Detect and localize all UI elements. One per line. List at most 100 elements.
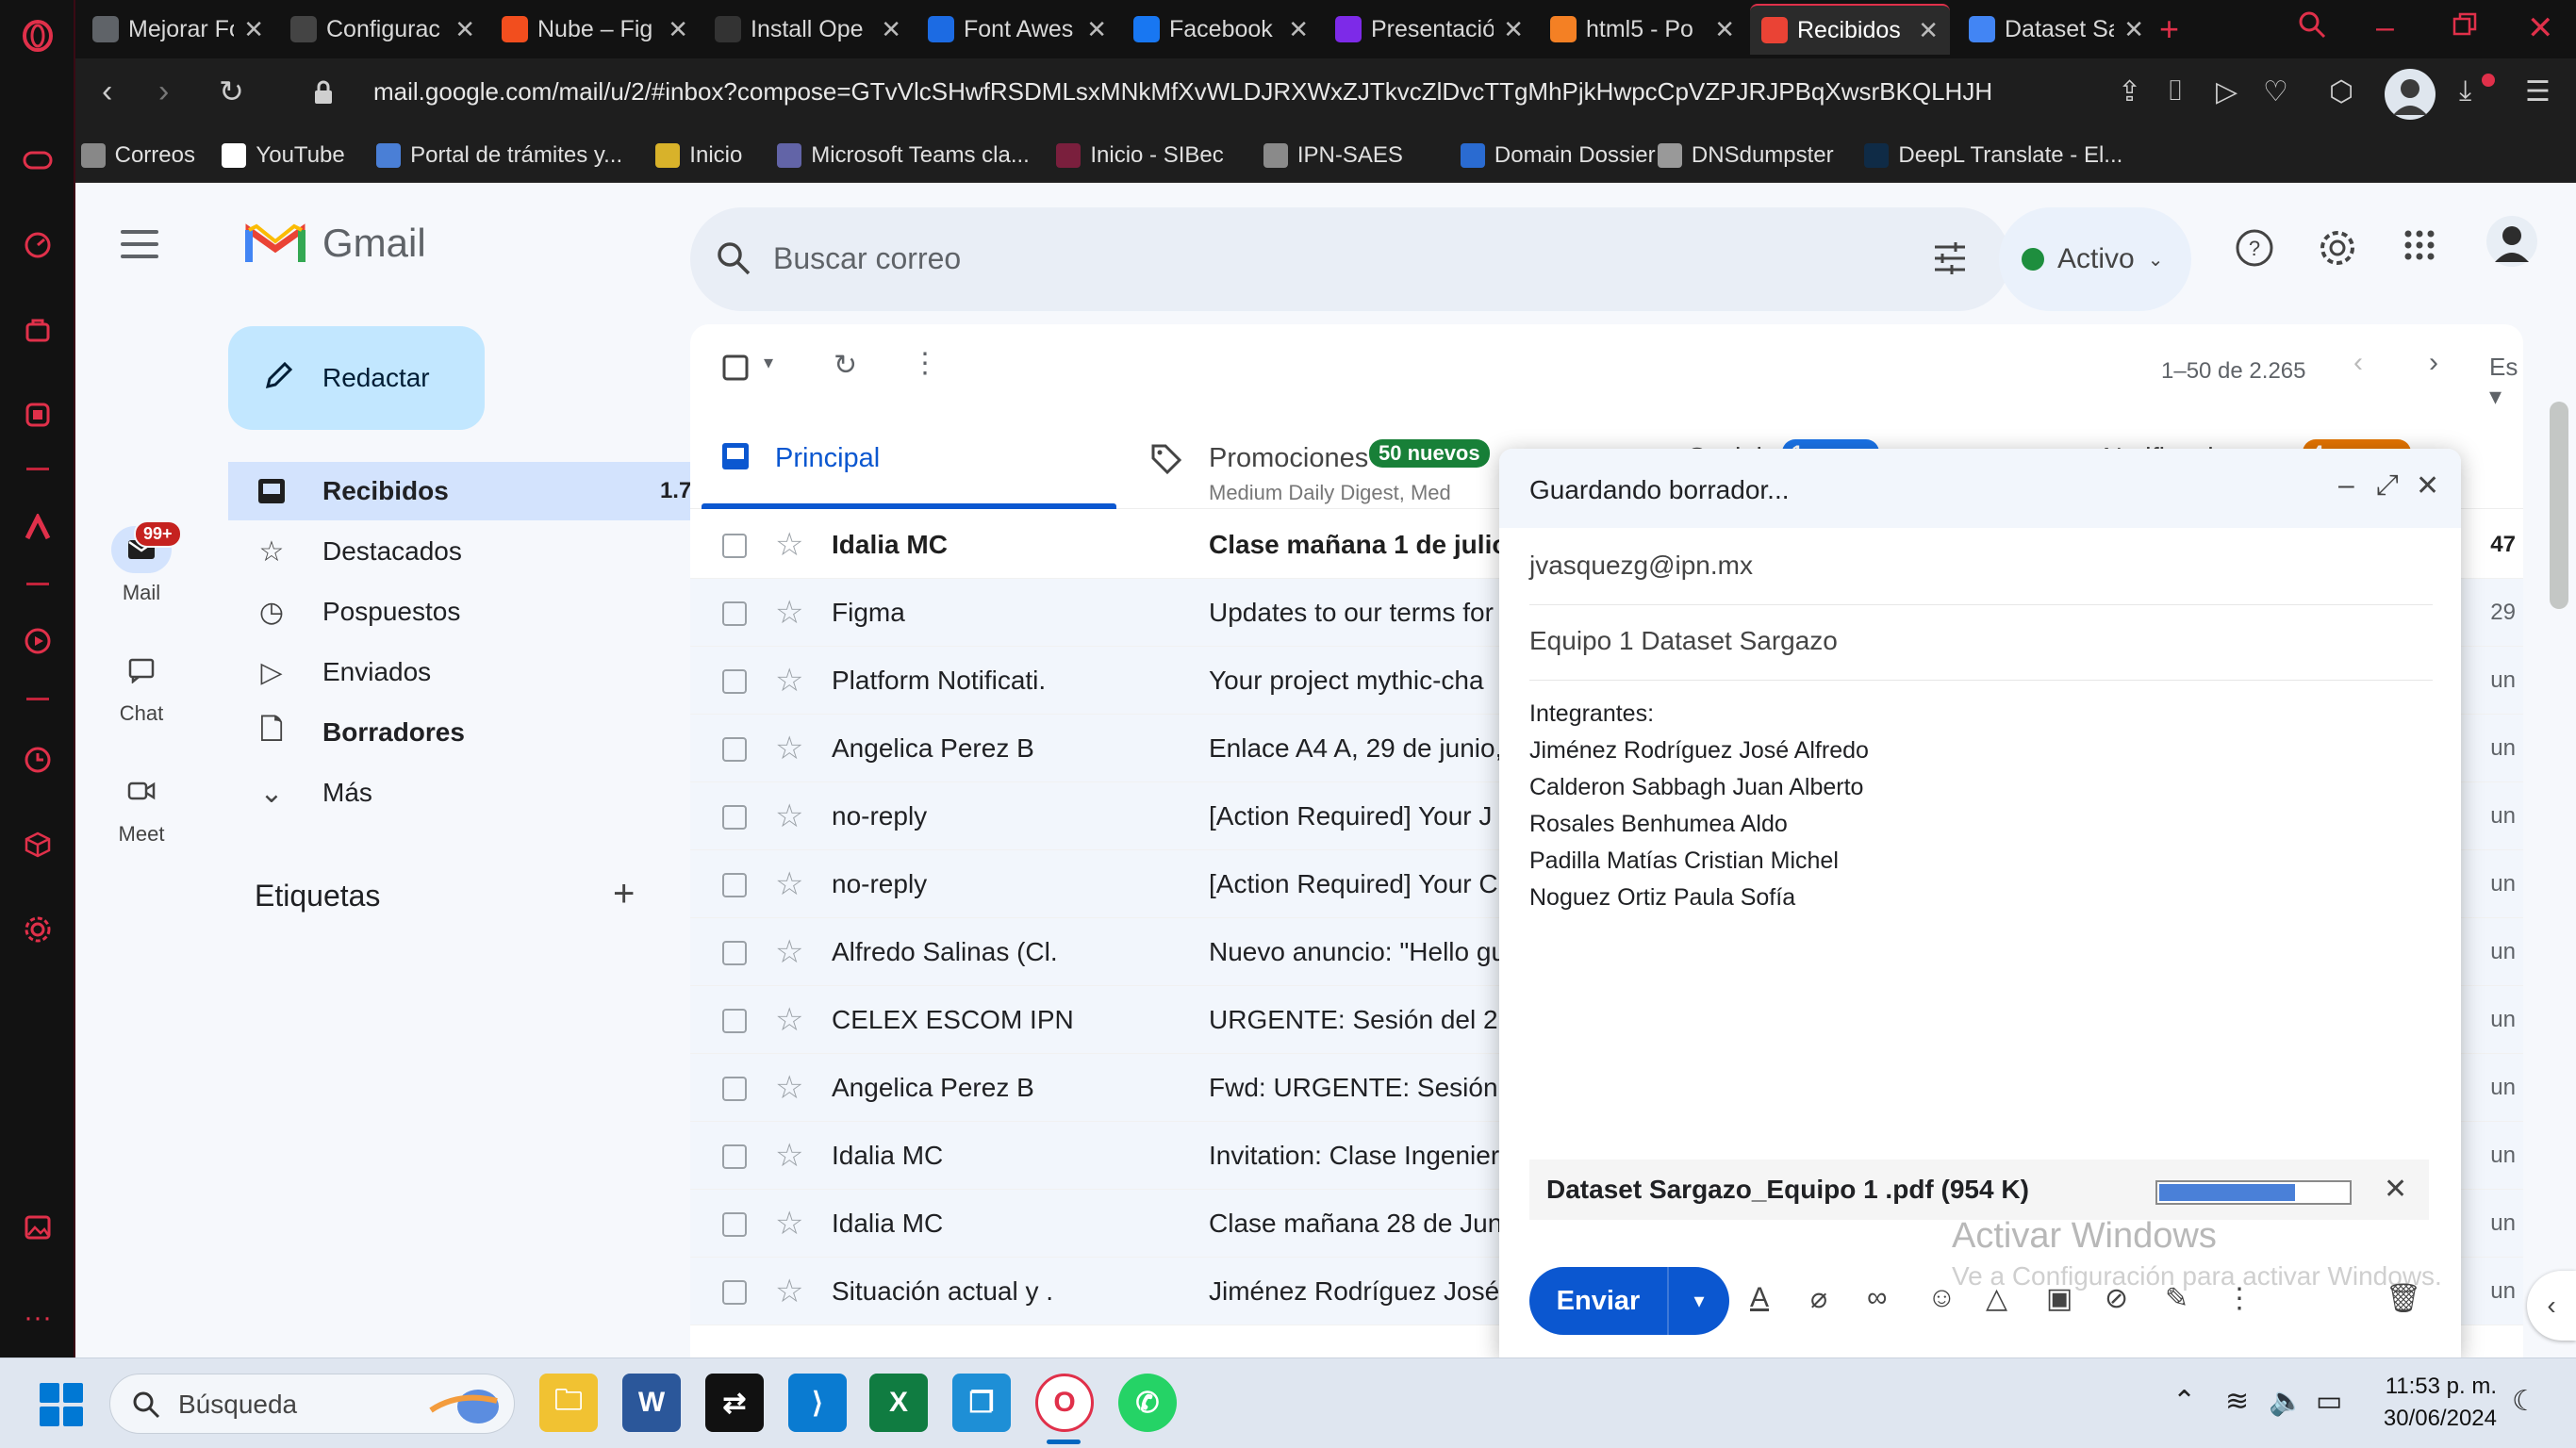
close-tab-icon[interactable]: ✕	[1503, 15, 1524, 44]
select-dropdown-icon[interactable]: ▾	[764, 351, 773, 374]
bookmark-item[interactable]: Inicio - SIBec	[1056, 141, 1224, 170]
apps-grid-icon[interactable]	[2403, 228, 2436, 272]
row-checkbox[interactable]	[722, 1280, 747, 1305]
to-field[interactable]: jvasquezg@ipn.mx	[1529, 530, 2433, 605]
nav-item-enviados[interactable]: ▷ Enviados	[228, 643, 739, 701]
star-icon[interactable]: ☆	[775, 1001, 803, 1039]
tab-principal[interactable]: Principal	[690, 415, 1124, 509]
history-icon[interactable]	[19, 741, 57, 779]
cube-icon[interactable]	[19, 826, 57, 864]
browser-tab[interactable]: Dataset Sa ✕	[1957, 4, 2155, 55]
signature-icon[interactable]: ✎	[2165, 1282, 2188, 1315]
settings-gear-icon[interactable]	[2318, 228, 2357, 277]
compose-button[interactable]: Redactar	[228, 326, 485, 430]
wifi-icon[interactable]: ≋	[2225, 1385, 2249, 1418]
bookmark-item[interactable]: DNSdumpster	[1657, 141, 1834, 170]
browser-tab[interactable]: Recibidos (✕	[1750, 4, 1950, 55]
close-tab-icon[interactable]: ✕	[881, 15, 901, 44]
browser-tab[interactable]: Configurac ✕	[279, 4, 487, 55]
drive-icon[interactable]: △	[1986, 1282, 2007, 1315]
taskbar-search[interactable]: Búsqueda	[109, 1374, 515, 1434]
notifications-icon[interactable]: ☾	[2512, 1385, 2537, 1418]
star-icon[interactable]: ☆	[775, 933, 803, 971]
scrollbar[interactable]	[2550, 402, 2568, 609]
settings-icon[interactable]	[19, 911, 57, 948]
opera-logo-icon[interactable]	[19, 17, 57, 55]
excel-icon[interactable]: X	[869, 1374, 928, 1432]
new-tab-icon[interactable]: +	[2159, 9, 2179, 49]
lock-icon[interactable]	[313, 77, 334, 114]
camera-icon[interactable]: ⌷	[2167, 75, 2184, 107]
profile-avatar[interactable]	[2384, 68, 2436, 128]
back-icon[interactable]: ‹	[102, 74, 112, 110]
download-icon[interactable]: ⤓	[2459, 75, 2471, 107]
nav-item-recibidos[interactable]: Recibidos 1.716	[228, 462, 739, 520]
multitask-icon[interactable]: ❐	[952, 1374, 1011, 1432]
compose-body[interactable]: Integrantes: Jiménez Rodríguez José Alfre…	[1529, 696, 2433, 916]
gmail-logo[interactable]: Gmail	[245, 221, 426, 266]
opera-taskbar-icon[interactable]: O	[1035, 1374, 1094, 1432]
star-icon[interactable]: ☆	[775, 526, 803, 564]
aria-icon[interactable]	[19, 396, 57, 434]
close-tab-icon[interactable]: ✕	[668, 15, 688, 44]
bookmark-item[interactable]: Domain Dossier	[1460, 141, 1656, 170]
row-checkbox[interactable]	[722, 1212, 747, 1237]
gallery-icon[interactable]	[19, 1209, 57, 1246]
file-explorer-icon[interactable]: 🗀	[539, 1374, 598, 1432]
rail-chat[interactable]: Chat	[75, 647, 207, 726]
star-icon[interactable]: ☆	[775, 1069, 803, 1107]
arc-icon[interactable]	[19, 509, 57, 547]
row-checkbox[interactable]	[722, 1009, 747, 1033]
close-tab-icon[interactable]: ✕	[1086, 15, 1107, 44]
star-icon[interactable]: ☆	[775, 1273, 803, 1310]
emoji-icon[interactable]: ☺	[1927, 1282, 1957, 1314]
refresh-icon[interactable]: ↻	[834, 349, 857, 382]
main-menu-icon[interactable]	[121, 230, 158, 258]
word-icon[interactable]: W	[622, 1374, 681, 1432]
send-page-icon[interactable]: ▷	[2216, 75, 2237, 108]
row-checkbox[interactable]	[722, 941, 747, 965]
star-icon[interactable]: ☆	[775, 798, 803, 835]
row-checkbox[interactable]	[722, 805, 747, 830]
to-recipient[interactable]: jvasquezg@ipn.mx	[1529, 551, 1753, 581]
bookmark-item[interactable]: Portal de trámites y...	[376, 141, 622, 170]
format-text-icon[interactable]: A	[1750, 1282, 1769, 1314]
browser-tab[interactable]: Facebook ✕	[1122, 4, 1320, 55]
browser-tab[interactable]: Font Awes ✕	[916, 4, 1118, 55]
nav-item-borradores[interactable]: 🗋Borradores25	[228, 703, 739, 762]
easy-setup-icon[interactable]: ☰	[2525, 75, 2551, 108]
link-icon[interactable]: ∞	[1867, 1282, 1887, 1314]
select-all-checkbox[interactable]	[722, 354, 749, 388]
add-label-icon[interactable]: +	[613, 873, 635, 915]
close-compose-icon[interactable]: ✕	[2416, 469, 2439, 502]
whatsapp-icon[interactable]: ✆	[1118, 1374, 1177, 1432]
account-avatar[interactable]	[2485, 215, 2538, 277]
search-input[interactable]: Buscar correo	[773, 241, 961, 276]
input-tools[interactable]: Es ▾	[2489, 353, 2523, 411]
vscode-icon[interactable]: ⟩	[788, 1374, 847, 1432]
close-tab-icon[interactable]: ✕	[243, 15, 264, 44]
discard-draft-icon[interactable]: 🗑	[2386, 1282, 2421, 1315]
bookmark-item[interactable]: YouTube	[222, 141, 345, 170]
next-page-icon[interactable]: ›	[2429, 347, 2438, 379]
nav-item-ms[interactable]: ⌄ Más	[228, 764, 739, 822]
attachment-chip[interactable]: Dataset Sargazo_Equipo 1 .pdf (954 K) ✕	[1529, 1160, 2429, 1220]
terminal-icon[interactable]: ⇄	[705, 1374, 764, 1432]
bookmark-item[interactable]: DeepL Translate - El...	[1864, 141, 2122, 170]
send-options-icon[interactable]: ▾	[1667, 1267, 1729, 1335]
row-checkbox[interactable]	[722, 737, 747, 762]
url-text[interactable]: mail.google.com/mail/u/2/#inbox?compose=…	[373, 77, 1992, 107]
rail-mail[interactable]: Mail 99+	[75, 520, 207, 605]
row-checkbox[interactable]	[722, 873, 747, 897]
browser-tab[interactable]: Install Ope ✕	[703, 4, 913, 55]
browser-tab[interactable]: Presentació ✕	[1324, 4, 1535, 55]
expand-icon[interactable]: ⤢	[2376, 469, 2399, 502]
tab-search-icon[interactable]	[2297, 9, 2327, 48]
filter-options-icon[interactable]	[1931, 239, 1969, 282]
player-icon[interactable]	[19, 622, 57, 660]
attachment-name[interactable]: Dataset Sargazo_Equipo 1 .pdf (954 K)	[1546, 1175, 2029, 1205]
row-checkbox[interactable]	[722, 601, 747, 626]
bookmark-item[interactable]: IPN-SAES	[1263, 141, 1403, 170]
bookmark-item[interactable]: Correos	[80, 141, 195, 170]
windows-start-icon[interactable]	[40, 1383, 83, 1426]
